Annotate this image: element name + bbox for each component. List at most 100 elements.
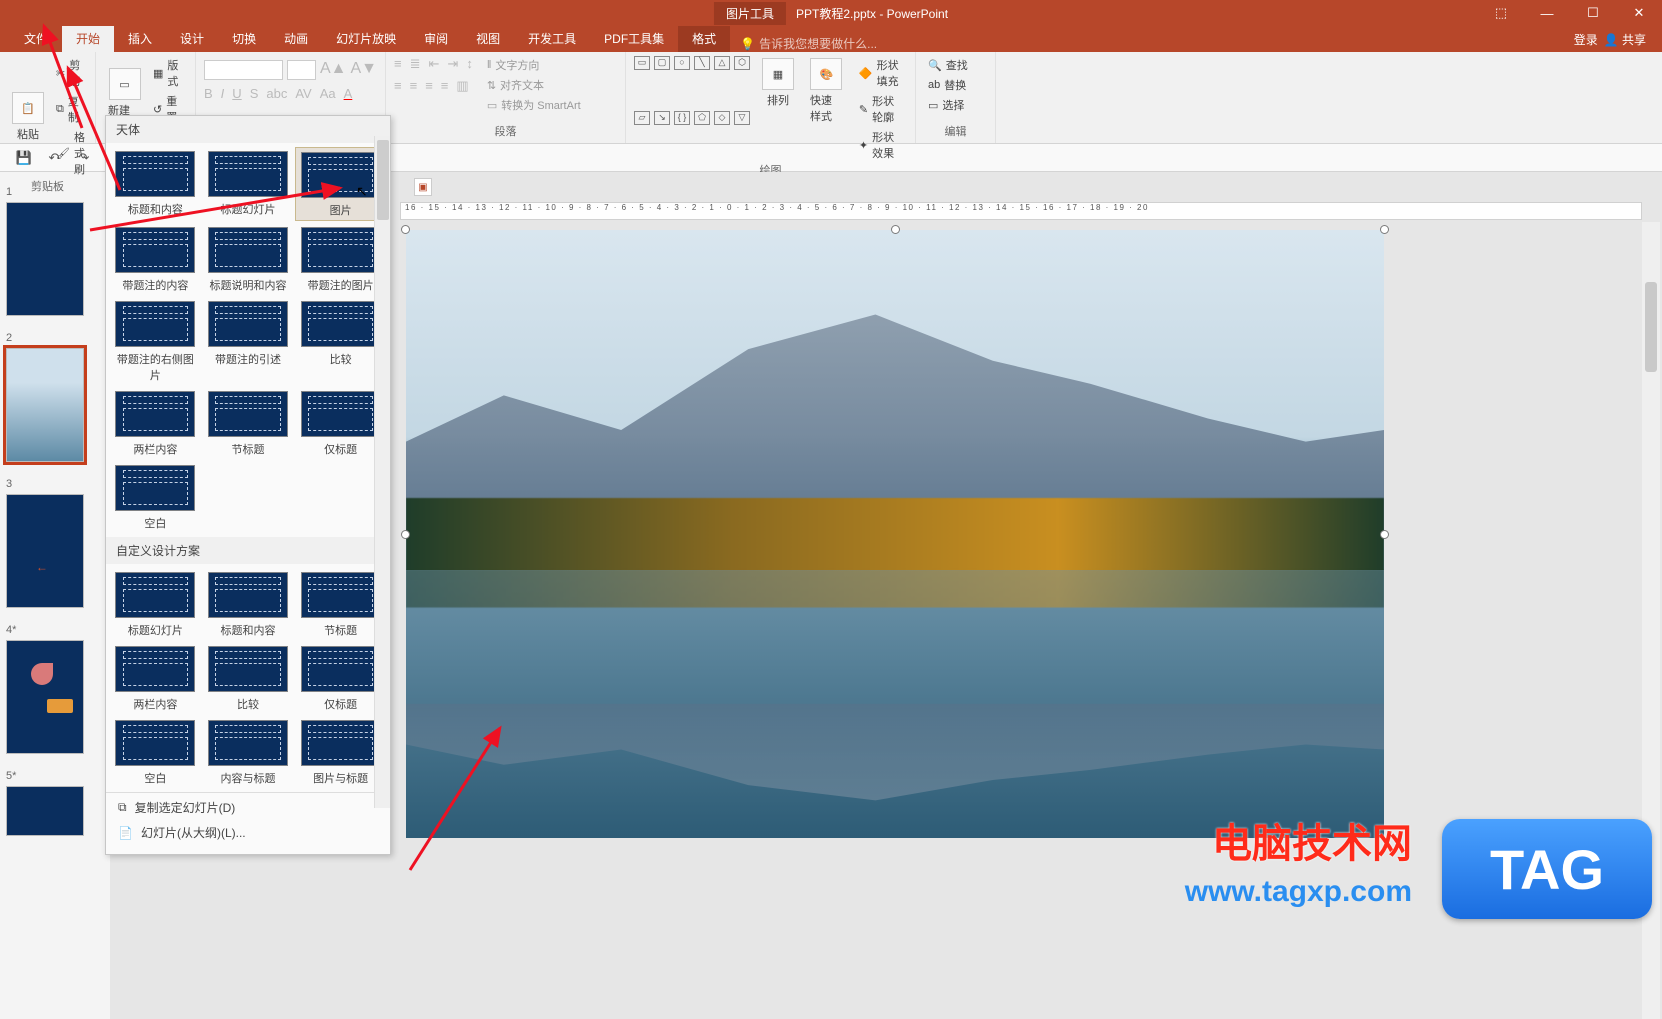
group-editing: 🔍 查找 ab 替换 ▭ 选择 编辑 — [916, 52, 996, 143]
convert-smartart-button[interactable]: ▭ 转换为 SmartArt — [483, 96, 585, 114]
layout-button[interactable]: ▦ 版式 — [149, 56, 187, 90]
layout-option[interactable]: 比较 — [203, 642, 294, 714]
resize-handle-tr[interactable] — [1380, 225, 1389, 234]
align-text-button[interactable]: ⇅ 对齐文本 — [483, 76, 585, 94]
shape-fill-button[interactable]: 🔶 形状填充 — [855, 56, 907, 90]
layout-option[interactable]: 仅标题 — [295, 642, 386, 714]
tab-transitions[interactable]: 切换 — [218, 25, 270, 52]
resize-handle-tl[interactable] — [401, 225, 410, 234]
font-family-combo[interactable] — [204, 60, 283, 80]
layout-option[interactable]: 标题和内容 — [110, 147, 201, 221]
italic-button[interactable]: I — [221, 86, 225, 101]
layout-option[interactable]: 带题注的引述 — [203, 297, 294, 385]
layout-option[interactable]: 带题注的图片 — [295, 223, 386, 295]
text-direction-button[interactable]: ‖ 文字方向 — [483, 56, 585, 74]
login-link[interactable]: 登录 — [1574, 31, 1598, 48]
tab-file[interactable]: 文件 — [10, 25, 62, 52]
justify-button[interactable]: ≡ — [441, 78, 449, 94]
outline-view-toggle[interactable]: ▣ — [414, 178, 432, 196]
thumbnail-1[interactable]: 1 — [6, 182, 104, 316]
resize-handle-t[interactable] — [891, 225, 900, 234]
underline-button[interactable]: U — [232, 86, 241, 101]
align-center-button[interactable]: ≡ — [410, 78, 418, 94]
layout-option[interactable]: 图片 — [295, 147, 386, 221]
thumbnail-5[interactable]: 5* — [6, 766, 104, 836]
tab-view[interactable]: 视图 — [462, 25, 514, 52]
columns-button[interactable]: ▥ — [456, 78, 468, 94]
layout-option[interactable]: 空白 — [110, 716, 201, 788]
layout-option[interactable]: 两栏内容 — [110, 642, 201, 714]
layout-option-label: 比较 — [205, 696, 292, 712]
align-right-button[interactable]: ≡ — [425, 78, 433, 94]
shadow-button[interactable]: abc — [266, 86, 287, 101]
slide-thumbnails-panel: 1 2 3 ← 4* 5* — [0, 172, 110, 1019]
spacing-button[interactable]: AV — [295, 86, 311, 101]
shape-effects-button[interactable]: ✦ 形状效果 — [855, 128, 907, 162]
layout-option-label: 带题注的图片 — [297, 277, 384, 293]
tab-pdf[interactable]: PDF工具集 — [590, 25, 678, 52]
layout-option[interactable]: 空白 — [110, 461, 201, 533]
tab-home[interactable]: 开始 — [62, 25, 114, 52]
font-size-combo[interactable] — [287, 60, 316, 80]
tab-format[interactable]: 格式 — [678, 25, 730, 52]
quick-styles-button[interactable]: 🎨 快速样式 — [806, 56, 847, 162]
layout-option[interactable]: 带题注的右侧图片 — [110, 297, 201, 385]
duplicate-slides-item[interactable]: ⧉ 复制选定幻灯片(D) — [106, 795, 390, 820]
layout-option[interactable]: 标题幻灯片 — [203, 147, 294, 221]
gallery-scrollbar[interactable] — [374, 136, 390, 808]
tab-developer[interactable]: 开发工具 — [514, 25, 590, 52]
increase-font-icon[interactable]: A▲ — [320, 60, 347, 80]
slide-canvas[interactable] — [406, 230, 1384, 838]
bold-button[interactable]: B — [204, 86, 213, 101]
format-painter-button[interactable]: 🖌 格式刷 — [52, 128, 89, 178]
thumbnail-4[interactable]: 4* — [6, 620, 104, 754]
ribbon-options-button[interactable]: ⬚ — [1478, 0, 1524, 26]
decrease-font-icon[interactable]: A▼ — [350, 60, 377, 80]
font-color-button[interactable]: A — [344, 86, 353, 101]
maximize-button[interactable]: ☐ — [1570, 0, 1616, 26]
thumbnail-3[interactable]: 3 ← — [6, 474, 104, 608]
layout-option[interactable]: 节标题 — [295, 568, 386, 640]
layout-option[interactable]: 标题和内容 — [203, 568, 294, 640]
line-spacing-button[interactable]: ↕ — [466, 56, 473, 72]
slide-picture[interactable] — [406, 230, 1384, 838]
resize-handle-l[interactable] — [401, 530, 410, 539]
layout-option[interactable]: 图片与标题 — [295, 716, 386, 788]
layout-option[interactable]: 比较 — [295, 297, 386, 385]
increase-indent-button[interactable]: ⇥ — [447, 56, 458, 72]
cut-button[interactable]: ✂ 剪切 — [52, 56, 89, 90]
thumbnail-2[interactable]: 2 — [6, 328, 104, 462]
numbering-button[interactable]: ≣ — [410, 56, 421, 72]
tab-review[interactable]: 审阅 — [410, 25, 462, 52]
select-button[interactable]: ▭ 选择 — [924, 96, 987, 114]
shapes-gallery[interactable]: ▭▢○╲△⬡ ▱↘{ }⬠◇▽ — [634, 56, 750, 162]
resize-handle-r[interactable] — [1380, 530, 1389, 539]
align-left-button[interactable]: ≡ — [394, 78, 402, 94]
tab-animations[interactable]: 动画 — [270, 25, 322, 52]
slides-from-outline-item[interactable]: 📄 幻灯片(从大纲)(L)... — [106, 820, 390, 845]
tab-design[interactable]: 设计 — [166, 25, 218, 52]
replace-button[interactable]: ab 替换 — [924, 76, 987, 94]
change-case-button[interactable]: Aa — [320, 86, 336, 101]
find-button[interactable]: 🔍 查找 — [924, 56, 987, 74]
close-button[interactable]: ✕ — [1616, 0, 1662, 26]
strikethrough-button[interactable]: S — [250, 86, 259, 101]
copy-button[interactable]: ⧉ 复制 — [52, 92, 89, 126]
layout-option[interactable]: 两栏内容 — [110, 387, 201, 459]
layout-option[interactable]: 带题注的内容 — [110, 223, 201, 295]
layout-option[interactable]: 内容与标题 — [203, 716, 294, 788]
paste-button[interactable]: 📋 粘贴 — [8, 90, 48, 144]
decrease-indent-button[interactable]: ⇤ — [429, 56, 440, 72]
tab-insert[interactable]: 插入 — [114, 25, 166, 52]
bullets-button[interactable]: ≡ — [394, 56, 402, 72]
minimize-button[interactable]: — — [1524, 0, 1570, 26]
shape-outline-button[interactable]: ✎ 形状轮廓 — [855, 92, 907, 126]
arrange-button[interactable]: ▦ 排列 — [758, 56, 798, 162]
layout-option[interactable]: 标题说明和内容 — [203, 223, 294, 295]
layout-option[interactable]: 节标题 — [203, 387, 294, 459]
tab-slideshow[interactable]: 幻灯片放映 — [322, 25, 410, 52]
share-button[interactable]: 👤 共享 — [1604, 31, 1646, 48]
tell-me-search[interactable]: 💡 告诉我您想要做什么... — [740, 35, 877, 52]
layout-option[interactable]: 仅标题 — [295, 387, 386, 459]
layout-option[interactable]: 标题幻灯片 — [110, 568, 201, 640]
